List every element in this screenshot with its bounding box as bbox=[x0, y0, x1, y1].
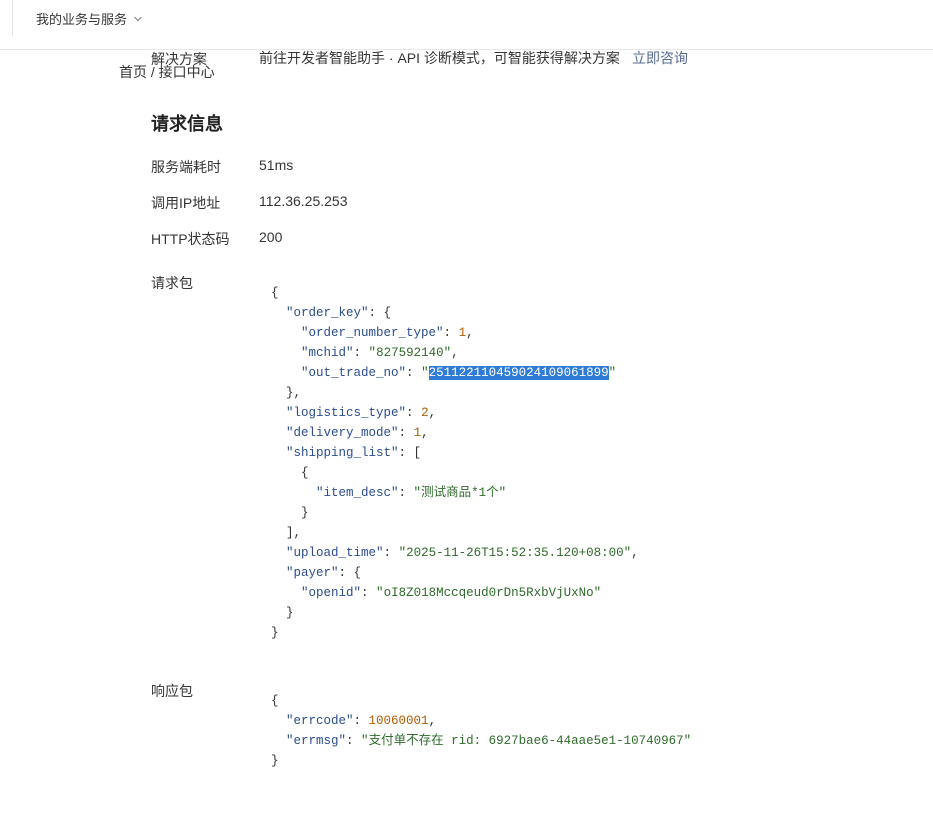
consult-now-link[interactable]: 立即咨询 bbox=[632, 48, 688, 68]
openid-value: oI8Z018Mccqeud0rDn5RxbVjUxNo bbox=[383, 586, 594, 600]
caller-ip-value: 112.36.25.253 bbox=[259, 193, 348, 209]
divider bbox=[12, 0, 13, 36]
response-package-label: 响应包 bbox=[151, 683, 193, 699]
out-trade-no-value[interactable]: 251122110459024109061899 bbox=[428, 366, 609, 380]
request-package-label: 请求包 bbox=[151, 275, 193, 291]
upload-time-value: 2025-11-26T15:52:35.120+08:00 bbox=[406, 546, 624, 560]
errmsg-value: 支付单不存在 rid: 6927bae6-44aae5e1-10740967 bbox=[368, 734, 684, 748]
chevron-down-icon bbox=[134, 16, 142, 21]
server-time-label: 服务端耗时 bbox=[151, 159, 221, 175]
item-desc-value: 测试商品*1个 bbox=[421, 486, 499, 500]
breadcrumb[interactable]: 首页 / 接口中心 bbox=[119, 62, 215, 82]
errcode-value: 10060001 bbox=[368, 714, 429, 728]
request-json[interactable]: { "order_key": { "order_number_type": 1,… bbox=[271, 283, 639, 643]
http-status-label: HTTP状态码 bbox=[151, 231, 230, 247]
request-info-title: 请求信息 bbox=[151, 114, 223, 134]
caller-ip-label: 调用IP地址 bbox=[151, 195, 221, 211]
logistics-type-value: 2 bbox=[421, 406, 429, 420]
mchid-value: 827592140 bbox=[376, 346, 444, 360]
top-bar: 我的业务与服务 bbox=[0, 0, 933, 50]
solution-text: 前往开发者智能助手 · API 诊断模式，可智能获得解决方案 bbox=[259, 50, 620, 66]
delivery-mode-value: 1 bbox=[413, 426, 422, 440]
business-services-menu[interactable]: 我的业务与服务 bbox=[36, 9, 143, 28]
response-json[interactable]: { "errcode": 10060001, "errmsg": "支付单不存在… bbox=[271, 691, 691, 771]
order-number-type-value: 1 bbox=[458, 326, 467, 340]
business-services-label: 我的业务与服务 bbox=[36, 12, 128, 27]
server-time-value: 51ms bbox=[259, 157, 294, 173]
http-status-value: 200 bbox=[259, 229, 283, 245]
